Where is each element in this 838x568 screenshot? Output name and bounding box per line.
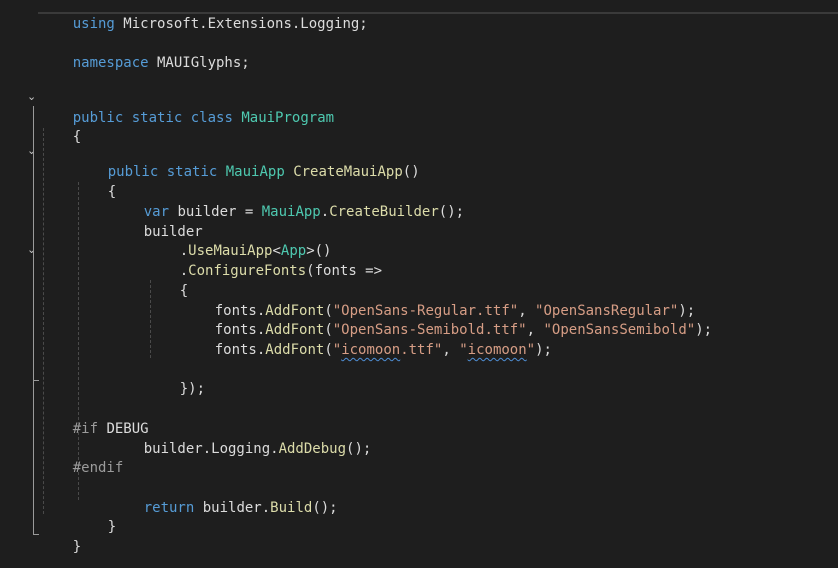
code-line-add-font-regular[interactable]: fonts.AddFont("OpenSans-Regular.ttf", "O… [181, 281, 695, 319]
punctuation: } [72, 539, 82, 555]
code-line-add-font-semibold[interactable]: fonts.AddFont("OpenSans-Semibold.ttf", "… [181, 300, 712, 338]
code-line-add-font-icomoon[interactable]: fonts.AddFont("icomoon.ttf", "icomoon"); [181, 320, 552, 358]
string-literal: "OpenSansSemibold" [543, 322, 696, 338]
fold-toggle-lambda[interactable]: ⌄ [27, 244, 37, 255]
code-line-1[interactable]: using Microsoft.Extensions.Logging; [39, 0, 368, 32]
preprocessor-directive: #if [72, 421, 99, 437]
punctuation: . [320, 204, 330, 220]
identifier: Microsoft.Extensions.Logging; [114, 16, 368, 32]
string-literal: " [332, 342, 342, 358]
fold-toggle-method[interactable]: ⌄ [27, 145, 37, 156]
identifier: (fonts => [306, 263, 383, 279]
identifier: builder.Logging. [143, 441, 279, 457]
string-literal: " [526, 342, 536, 358]
code-line-configure-fonts[interactable]: .ConfigureFonts(fonts => [146, 241, 382, 279]
spell-check-squiggle[interactable]: icomoon [468, 342, 527, 358]
code-line-add-debug[interactable]: builder.Logging.AddDebug(); [110, 419, 372, 457]
code-line-endif[interactable]: #endif [39, 438, 124, 476]
code-line-builder[interactable]: builder [110, 202, 203, 240]
identifier: fonts. [214, 342, 266, 358]
code-line-use-maui-app[interactable]: .UseMauiApp<App>() [146, 221, 332, 259]
code-line-if-debug[interactable]: #if DEBUG [39, 399, 149, 437]
method-name: ConfigureFonts [188, 263, 307, 279]
preprocessor-directive: #endif [72, 460, 124, 476]
punctuation: ); [695, 322, 713, 338]
scope-bar [33, 106, 34, 534]
code-editor[interactable]: ⌄ ⌄ ⌄ using Microsoft.Extensions.Logging… [0, 0, 838, 568]
code-line-namespace[interactable]: namespace MAUIGlyphs; [39, 33, 250, 71]
keyword: class [190, 110, 233, 126]
code-line-lambda-close[interactable]: }); [146, 359, 205, 397]
punctuation: , [442, 342, 460, 358]
punctuation: (); [312, 500, 338, 516]
method-name: CreateBuilder [329, 204, 439, 220]
punctuation: (); [346, 441, 372, 457]
code-line-method-decl[interactable]: public static MauiApp CreateMauiApp() [74, 142, 420, 180]
keyword: namespace [72, 55, 149, 71]
code-line-open-brace[interactable]: { [39, 107, 81, 145]
punctuation: } [107, 519, 117, 535]
code-line-class-close[interactable]: } [39, 517, 81, 555]
method-name: CreateMauiApp [293, 164, 403, 180]
spell-check-squiggle[interactable]: icomoon [341, 342, 400, 358]
punctuation: ( [324, 342, 333, 358]
keyword: static [166, 164, 218, 180]
string-literal: " [459, 342, 468, 358]
punctuation: }); [179, 381, 206, 397]
string-literal: .ttf" [400, 342, 443, 358]
method-name: AddDebug [278, 441, 347, 457]
code-line-class-decl[interactable]: public static class MauiProgram [39, 88, 334, 126]
punctuation: ); [535, 342, 552, 358]
code-line-return[interactable]: return builder.Build(); [110, 478, 338, 516]
code-line-lambda-open[interactable]: { [146, 261, 188, 299]
punctuation: (); [438, 204, 465, 220]
keyword: return [143, 500, 195, 516]
keyword: using [72, 16, 115, 32]
identifier: MAUIGlyphs; [148, 55, 250, 71]
identifier: builder. [194, 500, 271, 516]
type-name: MauiProgram [241, 110, 335, 126]
punctuation: () [402, 164, 420, 180]
code-line-var-builder[interactable]: var builder = MauiApp.CreateBuilder(); [110, 182, 464, 220]
type-name: MauiApp [225, 164, 285, 180]
keyword: static [131, 110, 183, 126]
code-line-method-close[interactable]: } [74, 497, 116, 535]
fold-toggle-class[interactable]: ⌄ [27, 91, 37, 102]
method-name: AddFont [265, 342, 325, 358]
method-name: Build [270, 500, 313, 516]
type-name: MauiApp [261, 204, 321, 220]
code-line-method-open[interactable]: { [74, 162, 116, 200]
scope-bar-mark [33, 380, 39, 381]
